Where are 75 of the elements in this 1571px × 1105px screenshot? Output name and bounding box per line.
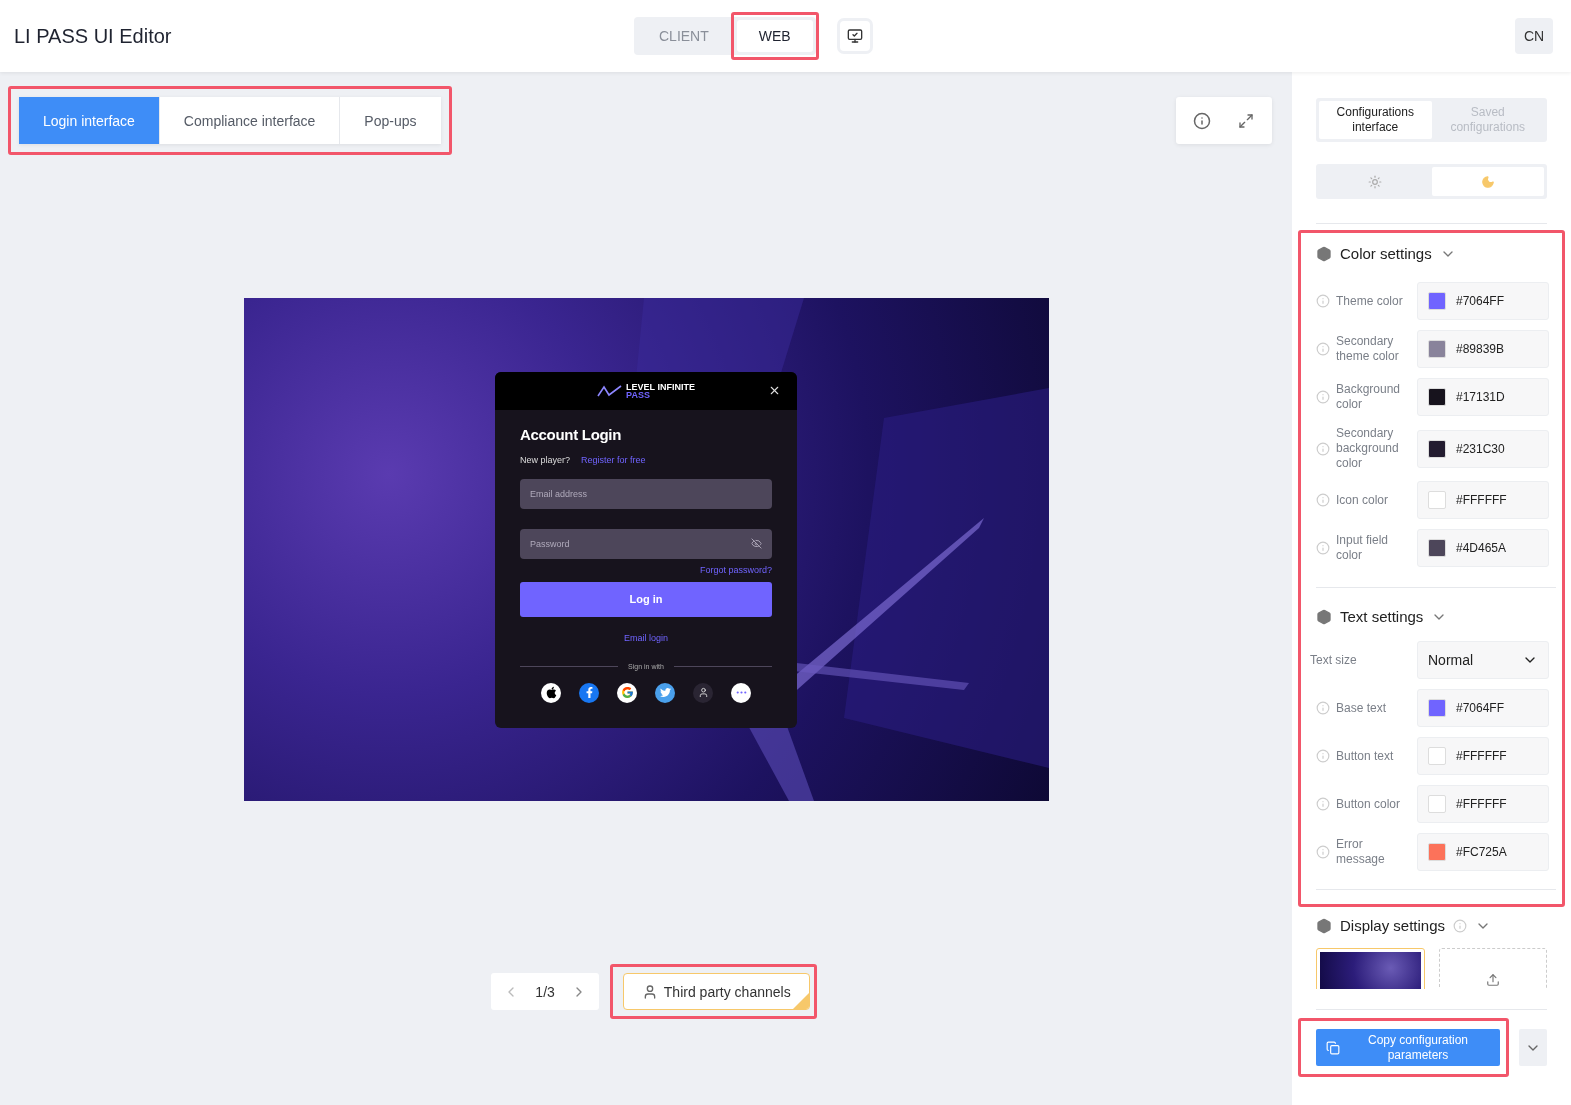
color-field[interactable]: #FFFFFF — [1417, 737, 1549, 775]
field-label: Error message — [1336, 837, 1386, 867]
info-icon — [1316, 294, 1330, 308]
register-link[interactable]: Register for free — [581, 454, 646, 465]
color-field[interactable]: #FC725A — [1417, 833, 1549, 871]
info-icon — [1316, 342, 1330, 356]
interface-tab[interactable]: Pop-ups — [339, 97, 441, 144]
email-login-link[interactable]: Email login — [624, 632, 668, 643]
color-field[interactable]: #231C30 — [1417, 429, 1549, 468]
color-field[interactable]: #7064FF — [1417, 282, 1549, 320]
field-label: Secondary theme color — [1336, 334, 1400, 364]
logo-icon — [597, 384, 624, 397]
more-icon[interactable] — [731, 682, 751, 703]
logo-subtext: PASS — [626, 390, 650, 399]
apple-icon[interactable] — [541, 682, 561, 703]
info-icon — [1316, 390, 1330, 404]
color-field[interactable]: #4D465A — [1417, 529, 1549, 567]
language-button[interactable]: CN — [1515, 18, 1553, 54]
field-label: Background color — [1336, 382, 1402, 412]
section-header[interactable]: Display settings — [1316, 917, 1547, 934]
hexagon-icon — [1316, 917, 1332, 934]
info-icon — [1316, 845, 1330, 859]
email-field[interactable]: Email address — [520, 478, 772, 509]
color-field[interactable]: #FFFFFF — [1417, 481, 1549, 519]
color-field[interactable]: #FFFFFF — [1417, 785, 1549, 823]
preview-button[interactable] — [839, 21, 870, 51]
dialog-title: Account Login — [520, 425, 623, 443]
text-size-select[interactable]: Normal — [1417, 641, 1549, 679]
field-label: Secondary background color — [1336, 426, 1400, 471]
info-icon — [1193, 111, 1211, 130]
field-label: Icon color — [1336, 492, 1390, 508]
expand-icon — [1238, 112, 1254, 129]
info-icon — [1316, 493, 1330, 507]
field-label: Text size — [1310, 652, 1358, 668]
bird-icon[interactable] — [655, 682, 675, 703]
upload-icon — [1485, 973, 1500, 987]
password-field[interactable]: Password — [520, 528, 772, 559]
monitor-icon — [846, 28, 863, 44]
field-label: Base text — [1336, 700, 1388, 716]
eye-off-icon — [751, 538, 762, 549]
section-header[interactable]: Color settings — [1316, 245, 1456, 262]
moon-icon — [1480, 174, 1495, 189]
info-icon — [1316, 541, 1330, 555]
info-icon — [1316, 749, 1330, 763]
info-icon — [1316, 441, 1330, 456]
field-label: Theme color — [1336, 293, 1404, 309]
section-header[interactable]: Text settings — [1316, 608, 1448, 625]
new-player-text: New player? — [520, 454, 571, 465]
logo-text: LEVEL INFINITE — [626, 382, 695, 391]
check-corner-icon — [792, 993, 809, 1009]
person-icon[interactable] — [693, 682, 713, 703]
sidebar-tab[interactable]: Configurations interface — [1319, 101, 1432, 139]
field-label: Input field color — [1336, 533, 1390, 563]
interface-tab[interactable]: Compliance interface — [158, 97, 340, 144]
sun-icon — [1368, 174, 1383, 189]
facebook-icon[interactable] — [579, 682, 599, 703]
google-icon[interactable] — [617, 682, 637, 703]
color-field[interactable]: #7064FF — [1417, 689, 1549, 727]
copy-icon — [1326, 1040, 1340, 1055]
forgot-password-link[interactable]: Forgot password? — [699, 564, 772, 575]
page-indicator: 1/3 — [535, 983, 555, 1000]
background-thumbnail[interactable] — [1316, 948, 1425, 989]
info-icon — [1316, 701, 1330, 715]
login-button[interactable]: Log in — [520, 581, 772, 617]
info-icon — [1453, 918, 1468, 933]
hexagon-icon — [1316, 608, 1332, 625]
third-party-button[interactable]: Third party channels — [622, 973, 810, 1010]
field-label: Button text — [1336, 748, 1395, 764]
color-field[interactable]: #89839B — [1417, 330, 1549, 368]
info-icon — [1316, 797, 1330, 811]
field-label: Button color — [1336, 796, 1402, 812]
hexagon-icon — [1316, 245, 1332, 262]
color-field[interactable]: #17131D — [1417, 378, 1549, 416]
platform-tab[interactable]: WEB — [736, 20, 813, 52]
app-title: LI PASS UI Editor — [14, 24, 173, 48]
